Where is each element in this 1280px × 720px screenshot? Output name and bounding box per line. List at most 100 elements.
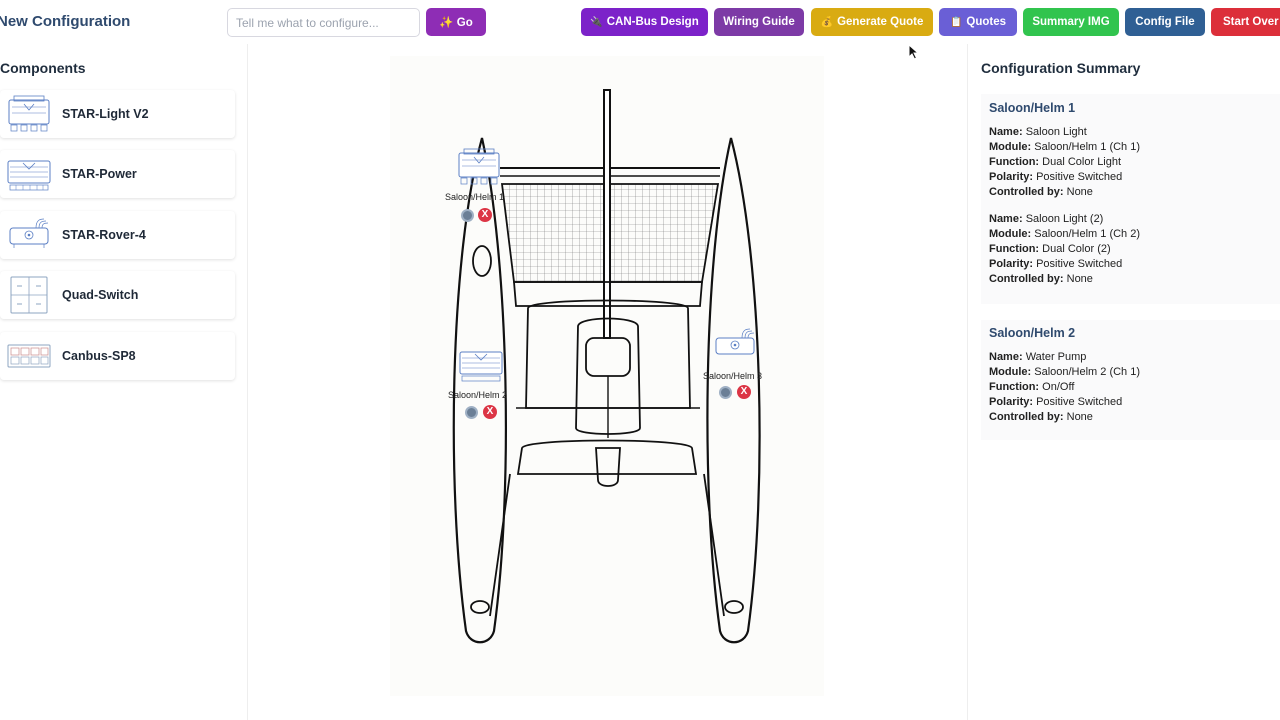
summary-title: Configuration Summary bbox=[981, 60, 1141, 76]
summary-row-name: Name: Water Pump bbox=[989, 350, 1280, 365]
summary-img-button[interactable]: Summary IMG bbox=[1023, 8, 1119, 36]
star-rover-module-icon bbox=[9, 218, 49, 248]
summary-entry: Name: Saloon Light (2) Module: Saloon/He… bbox=[989, 212, 1280, 287]
summary-row-polarity: Polarity: Positive Switched bbox=[989, 395, 1280, 410]
go-button-label: ✨ Go bbox=[439, 17, 473, 29]
plug-icon: 🔌 bbox=[590, 16, 603, 28]
component-label: Quad-Switch bbox=[62, 288, 139, 302]
component-star-light-v2[interactable]: STAR-Light V2 bbox=[0, 90, 235, 138]
placed-module-saloon-helm-2[interactable]: Saloon/Helm 2 X bbox=[448, 346, 538, 436]
page-title: New Configuration bbox=[0, 13, 131, 30]
star-power-module-icon bbox=[7, 160, 51, 191]
star-light-module-icon bbox=[8, 95, 50, 132]
field-value: Saloon Light bbox=[1025, 126, 1087, 138]
component-star-rover-4[interactable]: STAR-Rover-4 bbox=[0, 211, 235, 259]
wiring-guide-button[interactable]: Wiring Guide bbox=[714, 8, 804, 36]
component-label: STAR-Rover-4 bbox=[62, 228, 146, 242]
summary-row-module: Module: Saloon/Helm 1 (Ch 2) bbox=[989, 227, 1280, 242]
field-value: None bbox=[1066, 411, 1093, 423]
field-value: Positive Switched bbox=[1036, 171, 1123, 183]
summary-row-module: Module: Saloon/Helm 1 (Ch 1) bbox=[989, 140, 1280, 155]
field-label: Controlled by: bbox=[989, 273, 1064, 285]
summary-module-saloon-helm-1: Saloon/Helm 1 Name: Saloon Light Module:… bbox=[981, 94, 1280, 304]
field-value: Saloon/Helm 2 (Ch 1) bbox=[1034, 366, 1141, 378]
components-title: Components bbox=[0, 60, 86, 76]
component-star-power[interactable]: STAR-Power bbox=[0, 150, 235, 198]
field-label: Controlled by: bbox=[989, 411, 1064, 423]
field-value: Saloon/Helm 1 (Ch 2) bbox=[1034, 228, 1141, 240]
go-button[interactable]: ✨ Go bbox=[426, 8, 486, 36]
field-label: Module: bbox=[989, 141, 1032, 153]
field-label: Name: bbox=[989, 126, 1023, 138]
placed-module-label: Saloon/Helm 1 bbox=[445, 192, 505, 202]
summary-module-heading: Saloon/Helm 2 bbox=[989, 326, 1076, 340]
summary-row-function: Function: Dual Color Light bbox=[989, 155, 1280, 170]
can-bus-design-button[interactable]: 🔌 CAN-Bus Design bbox=[581, 8, 708, 36]
field-value: Saloon Light (2) bbox=[1025, 213, 1104, 225]
component-canbus-sp8[interactable]: Canbus-SP8 bbox=[0, 332, 235, 380]
summary-row-function: Function: On/Off bbox=[989, 380, 1280, 395]
remove-module-icon[interactable]: X bbox=[737, 385, 751, 399]
summary-row-controlled-by: Controlled by: None bbox=[989, 185, 1280, 200]
config-file-button[interactable]: Config File bbox=[1125, 8, 1205, 36]
summary-module-heading: Saloon/Helm 1 bbox=[989, 101, 1076, 115]
mouse-cursor-icon bbox=[908, 44, 920, 60]
clipboard-icon: 📋 bbox=[949, 16, 963, 28]
quotes-button[interactable]: 📋 Quotes bbox=[939, 8, 1017, 36]
summary-row-function: Function: Dual Color (2) bbox=[989, 242, 1280, 257]
quad-switch-icon bbox=[10, 276, 48, 314]
field-label: Polarity: bbox=[989, 396, 1034, 408]
summary-row-name: Name: Saloon Light bbox=[989, 125, 1280, 140]
field-label: Polarity: bbox=[989, 171, 1034, 183]
summary-row-controlled-by: Controlled by: None bbox=[989, 410, 1280, 425]
field-label: Function: bbox=[989, 243, 1040, 255]
field-value: None bbox=[1066, 273, 1093, 285]
field-label: Controlled by: bbox=[989, 186, 1064, 198]
ai-prompt-input[interactable] bbox=[227, 8, 420, 37]
summary-row-controlled-by: Controlled by: None bbox=[989, 272, 1280, 287]
design-canvas[interactable]: Saloon/Helm 1 X Saloon/Helm 2 X Saloon/H… bbox=[248, 44, 967, 720]
settings-gear-icon[interactable] bbox=[465, 406, 478, 419]
settings-gear-icon[interactable] bbox=[461, 209, 474, 222]
canbus-sp8-icon bbox=[7, 344, 51, 368]
field-value: Dual Color Light bbox=[1042, 156, 1122, 168]
field-label: Name: bbox=[989, 213, 1023, 225]
star-rover-module-icon bbox=[715, 328, 755, 355]
summary-row-name: Name: Saloon Light (2) bbox=[989, 212, 1280, 227]
money-bag-icon: 💰 bbox=[820, 16, 834, 28]
placed-module-label: Saloon/Helm 2 bbox=[448, 390, 508, 400]
field-value: On/Off bbox=[1042, 381, 1075, 393]
summary-module-saloon-helm-2: Saloon/Helm 2 Name: Water Pump Module: S… bbox=[981, 320, 1280, 440]
settings-gear-icon[interactable] bbox=[719, 386, 732, 399]
field-label: Polarity: bbox=[989, 258, 1034, 270]
components-panel: Components STAR-Light V2 STAR-Power STAR… bbox=[0, 44, 248, 720]
field-label: Name: bbox=[989, 351, 1023, 363]
field-label: Function: bbox=[989, 381, 1040, 393]
start-over-label: Start Over bbox=[1223, 16, 1279, 28]
field-label: Module: bbox=[989, 366, 1032, 378]
boat-layout-board[interactable]: Saloon/Helm 1 X Saloon/Helm 2 X Saloon/H… bbox=[390, 56, 824, 696]
summary-row-module: Module: Saloon/Helm 2 (Ch 1) bbox=[989, 365, 1280, 380]
placed-module-saloon-helm-3[interactable]: Saloon/Helm 3 X bbox=[702, 326, 792, 416]
summary-img-label: Summary IMG bbox=[1032, 16, 1110, 28]
quotes-label: Quotes bbox=[966, 16, 1007, 28]
generate-quote-button[interactable]: 💰 Generate Quote bbox=[811, 8, 933, 36]
placed-module-saloon-helm-1[interactable]: Saloon/Helm 1 X bbox=[444, 148, 534, 238]
remove-module-icon[interactable]: X bbox=[478, 208, 492, 222]
field-label: Function: bbox=[989, 156, 1040, 168]
summary-entry: Name: Saloon Light Module: Saloon/Helm 1… bbox=[989, 125, 1280, 200]
component-label: STAR-Power bbox=[62, 167, 137, 181]
component-label: Canbus-SP8 bbox=[62, 349, 136, 363]
can-bus-design-label: CAN-Bus Design bbox=[606, 16, 699, 28]
star-light-module-icon bbox=[458, 148, 500, 185]
summary-row-polarity: Polarity: Positive Switched bbox=[989, 170, 1280, 185]
component-quad-switch[interactable]: Quad-Switch bbox=[0, 271, 235, 319]
field-value: Saloon/Helm 1 (Ch 1) bbox=[1034, 141, 1141, 153]
field-value: Water Pump bbox=[1025, 351, 1087, 363]
config-file-label: Config File bbox=[1135, 16, 1195, 28]
remove-module-icon[interactable]: X bbox=[483, 405, 497, 419]
field-label: Module: bbox=[989, 228, 1032, 240]
component-label: STAR-Light V2 bbox=[62, 107, 149, 121]
start-over-button[interactable]: Start Over bbox=[1211, 8, 1280, 36]
configuration-summary-panel: Configuration Summary Saloon/Helm 1 Name… bbox=[967, 44, 1280, 720]
